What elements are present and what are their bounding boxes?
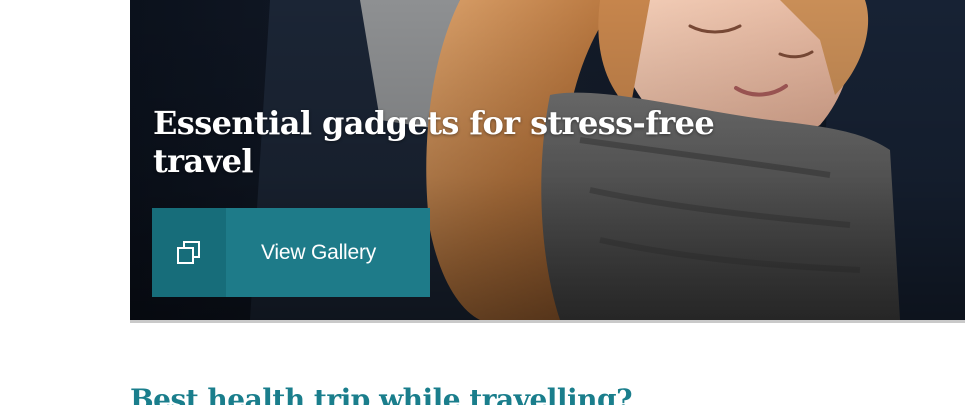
view-gallery-label: View Gallery	[261, 240, 377, 264]
hero-title[interactable]: Essential gadgets for stress-free travel	[153, 104, 773, 180]
next-article-headline[interactable]: Best health trip while travelling?	[130, 382, 633, 405]
hero-card[interactable]: Essential gadgets for stress-free travel…	[130, 0, 965, 323]
page: Essential gadgets for stress-free travel…	[0, 0, 965, 405]
gallery-icon-container	[152, 208, 226, 297]
gallery-icon	[177, 240, 200, 264]
view-gallery-button[interactable]: View Gallery	[152, 208, 430, 297]
